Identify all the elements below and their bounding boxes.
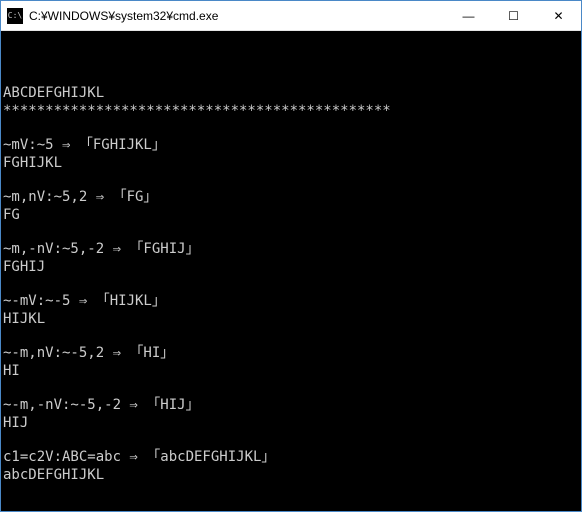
terminal-line: ~-mV:~-5 ⇒ 「HIJKL」 <box>3 293 579 311</box>
terminal-line: ABCDEFGHIJKL <box>3 85 579 103</box>
terminal-output[interactable]: ABCDEFGHIJKL****************************… <box>1 31 581 511</box>
terminal-line <box>3 328 579 345</box>
terminal-line <box>3 484 579 501</box>
terminal-line <box>3 380 579 397</box>
terminal-line: HI <box>3 363 579 381</box>
terminal-line: FGHIJKL <box>3 155 579 173</box>
maximize-button[interactable]: ☐ <box>491 1 536 30</box>
terminal-line: c1=c2V:ABC=abc ⇒ 「abcDEFGHIJKL」 <box>3 449 579 467</box>
cmd-icon: C:\ <box>7 8 23 24</box>
terminal-line: HIJKL <box>3 311 579 329</box>
terminal-line: ~m,-nV:~5,-2 ⇒ 「FGHIJ」 <box>3 241 579 259</box>
terminal-line <box>3 68 579 85</box>
terminal-line <box>3 224 579 241</box>
terminal-line: HIJ <box>3 415 579 433</box>
terminal-line: ~-m,nV:~-5,2 ⇒ 「HI」 <box>3 345 579 363</box>
minimize-button[interactable]: — <box>446 1 491 30</box>
terminal-line: ~m,nV:~5,2 ⇒ 「FG」 <box>3 189 579 207</box>
terminal-line: FGHIJ <box>3 259 579 277</box>
window-title: C:¥WINDOWS¥system32¥cmd.exe <box>29 9 446 23</box>
terminal-line: ~-m,-nV:~-5,-2 ⇒ 「HIJ」 <box>3 397 579 415</box>
terminal-line <box>3 432 579 449</box>
terminal-line: FG <box>3 207 579 225</box>
terminal-line: ~mV:~5 ⇒ 「FGHIJKL」 <box>3 137 579 155</box>
close-button[interactable]: ✕ <box>536 1 581 30</box>
terminal-line <box>3 120 579 137</box>
terminal-line <box>3 172 579 189</box>
terminal-line: ****************************************… <box>3 103 579 121</box>
window-controls: — ☐ ✕ <box>446 1 581 30</box>
terminal-line: abcDEFGHIJKL <box>3 467 579 485</box>
window-titlebar: C:\ C:¥WINDOWS¥system32¥cmd.exe — ☐ ✕ <box>1 1 581 31</box>
terminal-line <box>3 276 579 293</box>
